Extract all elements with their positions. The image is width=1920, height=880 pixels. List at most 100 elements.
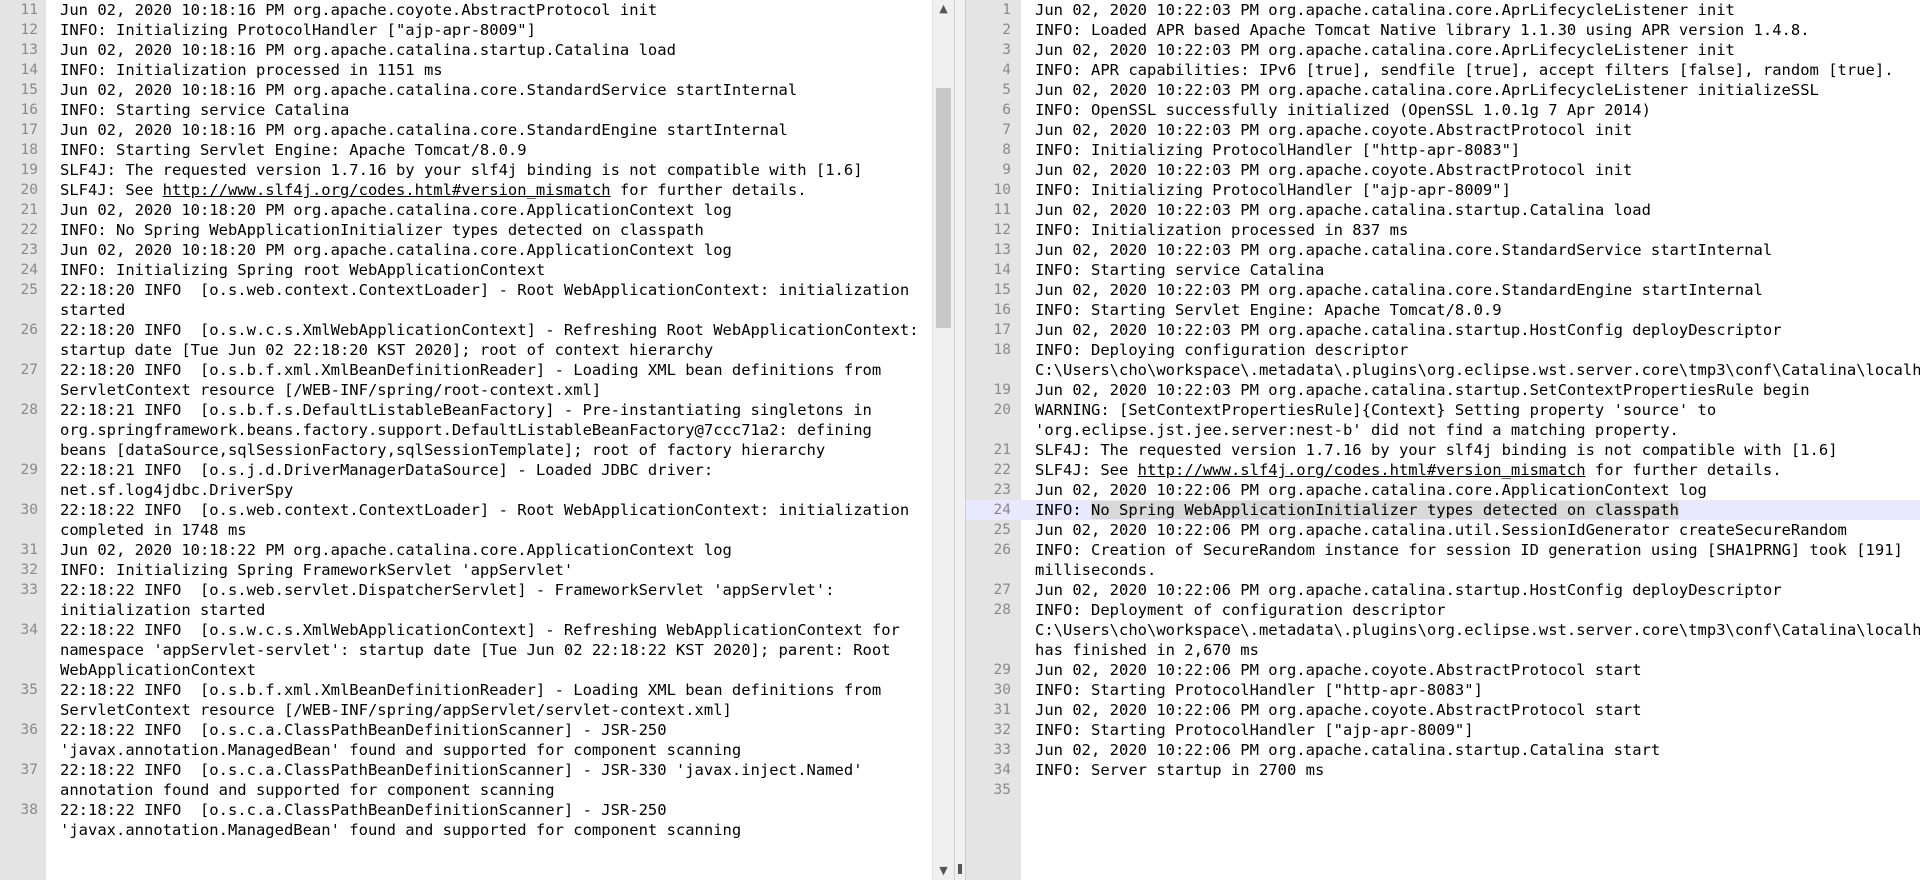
text-line[interactable]: 35 22:18:22 INFO [o.s.b.f.xml.XmlBeanDefi… bbox=[0, 680, 954, 720]
right-text-lines[interactable]: 1 Jun 02, 2020 10:22:03 PM org.apache.cat… bbox=[966, 0, 1920, 800]
line-text[interactable]: SLF4J: The requested version 1.7.16 by y… bbox=[1021, 440, 1920, 460]
pane-splitter[interactable] bbox=[954, 0, 966, 880]
text-line[interactable]: 17 Jun 02, 2020 10:18:16 PM org.apache.ca… bbox=[0, 120, 954, 140]
text-line[interactable]: 6 INFO: OpenSSL successfully initialized … bbox=[966, 100, 1920, 120]
splitter-grip-icon[interactable] bbox=[958, 864, 962, 874]
line-text[interactable]: 22:18:22 INFO [o.s.c.a.ClassPathBeanDefi… bbox=[46, 800, 954, 840]
url-link[interactable]: http://www.slf4j.org/codes.html#version_… bbox=[163, 181, 611, 199]
text-line[interactable]: 11 Jun 02, 2020 10:22:03 PM org.apache.ca… bbox=[966, 200, 1920, 220]
text-line[interactable]: 12 INFO: Initializing ProtocolHandler ["a… bbox=[0, 20, 954, 40]
line-text[interactable]: Jun 02, 2020 10:22:06 PM org.apache.coyo… bbox=[1021, 660, 1920, 680]
line-text[interactable]: INFO: Initializing ProtocolHandler ["ajp… bbox=[1021, 180, 1920, 200]
line-text[interactable]: 22:18:20 INFO [o.s.w.c.s.XmlWebApplicati… bbox=[46, 320, 954, 360]
text-line[interactable]: 28 INFO: Deployment of configuration desc… bbox=[966, 600, 1920, 660]
text-line[interactable]: 7 Jun 02, 2020 10:22:03 PM org.apache.coy… bbox=[966, 120, 1920, 140]
text-line[interactable]: 4 INFO: APR capabilities: IPv6 [true], se… bbox=[966, 60, 1920, 80]
line-text[interactable]: INFO: Initializing Spring FrameworkServl… bbox=[46, 560, 954, 580]
line-text[interactable]: INFO: Starting Servlet Engine: Apache To… bbox=[1021, 300, 1920, 320]
selected-text[interactable]: No Spring WebApplicationInitializer type… bbox=[1091, 501, 1679, 519]
line-text[interactable]: Jun 02, 2020 10:22:03 PM org.apache.cata… bbox=[1021, 0, 1920, 20]
text-line[interactable]: 35 bbox=[966, 780, 1920, 800]
left-compare-pane[interactable]: 11 Jun 02, 2020 10:18:16 PM org.apache.co… bbox=[0, 0, 954, 880]
line-text[interactable]: Jun 02, 2020 10:22:03 PM org.apache.coyo… bbox=[1021, 160, 1920, 180]
line-text[interactable]: Jun 02, 2020 10:22:03 PM org.apache.cata… bbox=[1021, 320, 1920, 340]
text-line[interactable]: 16 INFO: Starting service Catalina bbox=[0, 100, 954, 120]
line-text[interactable]: 22:18:22 INFO [o.s.web.servlet.Dispatche… bbox=[46, 580, 954, 620]
line-text[interactable]: Jun 02, 2020 10:22:03 PM org.apache.cata… bbox=[1021, 200, 1920, 220]
text-line[interactable]: 18 INFO: Starting Servlet Engine: Apache … bbox=[0, 140, 954, 160]
line-text[interactable]: 22:18:22 INFO [o.s.w.c.s.XmlWebApplicati… bbox=[46, 620, 954, 680]
line-text[interactable]: Jun 02, 2020 10:22:06 PM org.apache.cata… bbox=[1021, 520, 1920, 540]
line-text[interactable]: 22:18:21 INFO [o.s.b.f.s.DefaultListable… bbox=[46, 400, 954, 460]
line-text[interactable]: Jun 02, 2020 10:22:03 PM org.apache.cata… bbox=[1021, 240, 1920, 260]
left-vertical-scrollbar[interactable]: ▲ ▼ bbox=[932, 0, 954, 880]
scroll-down-arrow-icon[interactable]: ▼ bbox=[933, 862, 954, 880]
text-line[interactable]: 10 INFO: Initializing ProtocolHandler ["a… bbox=[966, 180, 1920, 200]
line-text[interactable]: INFO: APR capabilities: IPv6 [true], sen… bbox=[1021, 60, 1920, 80]
line-text[interactable]: Jun 02, 2020 10:22:06 PM org.apache.coyo… bbox=[1021, 700, 1920, 720]
line-text[interactable]: Jun 02, 2020 10:18:22 PM org.apache.cata… bbox=[46, 540, 954, 560]
text-line[interactable]: 21 Jun 02, 2020 10:18:20 PM org.apache.ca… bbox=[0, 200, 954, 220]
line-text[interactable]: Jun 02, 2020 10:22:03 PM org.apache.cata… bbox=[1021, 40, 1920, 60]
text-line[interactable]: 37 22:18:22 INFO [o.s.c.a.ClassPathBeanDe… bbox=[0, 760, 954, 800]
line-text[interactable]: INFO: No Spring WebApplicationInitialize… bbox=[46, 220, 954, 240]
text-line[interactable]: 28 22:18:21 INFO [o.s.b.f.s.DefaultListab… bbox=[0, 400, 954, 460]
line-text[interactable]: INFO: Initializing ProtocolHandler ["ajp… bbox=[46, 20, 954, 40]
text-line[interactable]: 15 Jun 02, 2020 10:22:03 PM org.apache.ca… bbox=[966, 280, 1920, 300]
text-line[interactable]: 34 INFO: Server startup in 2700 ms bbox=[966, 760, 1920, 780]
line-text[interactable]: Jun 02, 2020 10:22:03 PM org.apache.cata… bbox=[1021, 80, 1920, 100]
text-line[interactable]: 2 INFO: Loaded APR based Apache Tomcat Na… bbox=[966, 20, 1920, 40]
text-line[interactable]: 1 Jun 02, 2020 10:22:03 PM org.apache.cat… bbox=[966, 0, 1920, 20]
line-text[interactable]: Jun 02, 2020 10:18:16 PM org.apache.cata… bbox=[46, 120, 954, 140]
text-line[interactable]: 20 SLF4J: See http://www.slf4j.org/codes.… bbox=[0, 180, 954, 200]
text-line[interactable]: 29 Jun 02, 2020 10:22:06 PM org.apache.co… bbox=[966, 660, 1920, 680]
line-text[interactable]: INFO: Loaded APR based Apache Tomcat Nat… bbox=[1021, 20, 1920, 40]
line-text[interactable]: INFO: No Spring WebApplicationInitialize… bbox=[1021, 500, 1920, 520]
line-text[interactable]: Jun 02, 2020 10:22:06 PM org.apache.cata… bbox=[1021, 580, 1920, 600]
line-text[interactable]: 22:18:22 INFO [o.s.c.a.ClassPathBeanDefi… bbox=[46, 720, 954, 760]
text-line[interactable]: 27 22:18:20 INFO [o.s.b.f.xml.XmlBeanDefi… bbox=[0, 360, 954, 400]
text-line[interactable]: 36 22:18:22 INFO [o.s.c.a.ClassPathBeanDe… bbox=[0, 720, 954, 760]
text-line[interactable]: 26 INFO: Creation of SecureRandom instanc… bbox=[966, 540, 1920, 580]
line-text[interactable]: Jun 02, 2020 10:22:06 PM org.apache.cata… bbox=[1021, 740, 1920, 760]
line-text[interactable]: INFO: Deployment of configuration descri… bbox=[1021, 600, 1920, 660]
scroll-up-arrow-icon[interactable]: ▲ bbox=[933, 0, 954, 18]
line-text[interactable]: INFO: Starting service Catalina bbox=[1021, 260, 1920, 280]
text-line[interactable]: 33 Jun 02, 2020 10:22:06 PM org.apache.ca… bbox=[966, 740, 1920, 760]
url-link[interactable]: http://www.slf4j.org/codes.html#version_… bbox=[1138, 461, 1586, 479]
line-text[interactable]: SLF4J: See http://www.slf4j.org/codes.ht… bbox=[1021, 460, 1920, 480]
line-text[interactable]: Jun 02, 2020 10:22:03 PM org.apache.cata… bbox=[1021, 280, 1920, 300]
right-compare-pane[interactable]: 1 Jun 02, 2020 10:22:03 PM org.apache.cat… bbox=[966, 0, 1920, 880]
line-text[interactable]: INFO: Deploying configuration descriptor… bbox=[1021, 340, 1920, 380]
text-line[interactable]: 32 INFO: Initializing Spring FrameworkSer… bbox=[0, 560, 954, 580]
text-line[interactable]: 13 Jun 02, 2020 10:18:16 PM org.apache.ca… bbox=[0, 40, 954, 60]
line-text[interactable]: INFO: Starting service Catalina bbox=[46, 100, 954, 120]
line-text[interactable]: Jun 02, 2020 10:22:03 PM org.apache.cata… bbox=[1021, 380, 1920, 400]
line-text[interactable]: Jun 02, 2020 10:18:20 PM org.apache.cata… bbox=[46, 200, 954, 220]
text-line[interactable]: 23 Jun 02, 2020 10:22:06 PM org.apache.ca… bbox=[966, 480, 1920, 500]
line-text[interactable]: Jun 02, 2020 10:18:16 PM org.apache.cata… bbox=[46, 40, 954, 60]
text-line[interactable]: 24 INFO: Initializing Spring root WebAppl… bbox=[0, 260, 954, 280]
text-line[interactable]: 22 INFO: No Spring WebApplicationInitiali… bbox=[0, 220, 954, 240]
text-line[interactable]: 20 WARNING: [SetContextPropertiesRule]{Co… bbox=[966, 400, 1920, 440]
text-line[interactable]: 3 Jun 02, 2020 10:22:03 PM org.apache.cat… bbox=[966, 40, 1920, 60]
line-text[interactable]: INFO: Initializing Spring root WebApplic… bbox=[46, 260, 954, 280]
text-line[interactable]: 26 22:18:20 INFO [o.s.w.c.s.XmlWebApplica… bbox=[0, 320, 954, 360]
text-line[interactable]: 27 Jun 02, 2020 10:22:06 PM org.apache.ca… bbox=[966, 580, 1920, 600]
text-line[interactable]: 19 Jun 02, 2020 10:22:03 PM org.apache.ca… bbox=[966, 380, 1920, 400]
text-line[interactable]: 38 22:18:22 INFO [o.s.c.a.ClassPathBeanDe… bbox=[0, 800, 954, 840]
line-text[interactable]: INFO: Starting ProtocolHandler ["http-ap… bbox=[1021, 680, 1920, 700]
line-text[interactable]: Jun 02, 2020 10:18:16 PM org.apache.cata… bbox=[46, 80, 954, 100]
line-text[interactable]: Jun 02, 2020 10:18:16 PM org.apache.coyo… bbox=[46, 0, 954, 20]
text-line[interactable]: 34 22:18:22 INFO [o.s.w.c.s.XmlWebApplica… bbox=[0, 620, 954, 680]
text-line[interactable]: 5 Jun 02, 2020 10:22:03 PM org.apache.cat… bbox=[966, 80, 1920, 100]
text-line[interactable]: 18 INFO: Deploying configuration descript… bbox=[966, 340, 1920, 380]
text-line[interactable]: 12 INFO: Initialization processed in 837 … bbox=[966, 220, 1920, 240]
text-line[interactable]: 33 22:18:22 INFO [o.s.web.servlet.Dispatc… bbox=[0, 580, 954, 620]
text-line[interactable]: 31 Jun 02, 2020 10:18:22 PM org.apache.ca… bbox=[0, 540, 954, 560]
scroll-thumb[interactable] bbox=[936, 88, 951, 328]
line-text[interactable]: INFO: OpenSSL successfully initialized (… bbox=[1021, 100, 1920, 120]
line-text[interactable]: 22:18:20 INFO [o.s.b.f.xml.XmlBeanDefini… bbox=[46, 360, 954, 400]
text-line[interactable]: 22 SLF4J: See http://www.slf4j.org/codes.… bbox=[966, 460, 1920, 480]
text-line[interactable]: 30 22:18:22 INFO [o.s.web.context.Context… bbox=[0, 500, 954, 540]
